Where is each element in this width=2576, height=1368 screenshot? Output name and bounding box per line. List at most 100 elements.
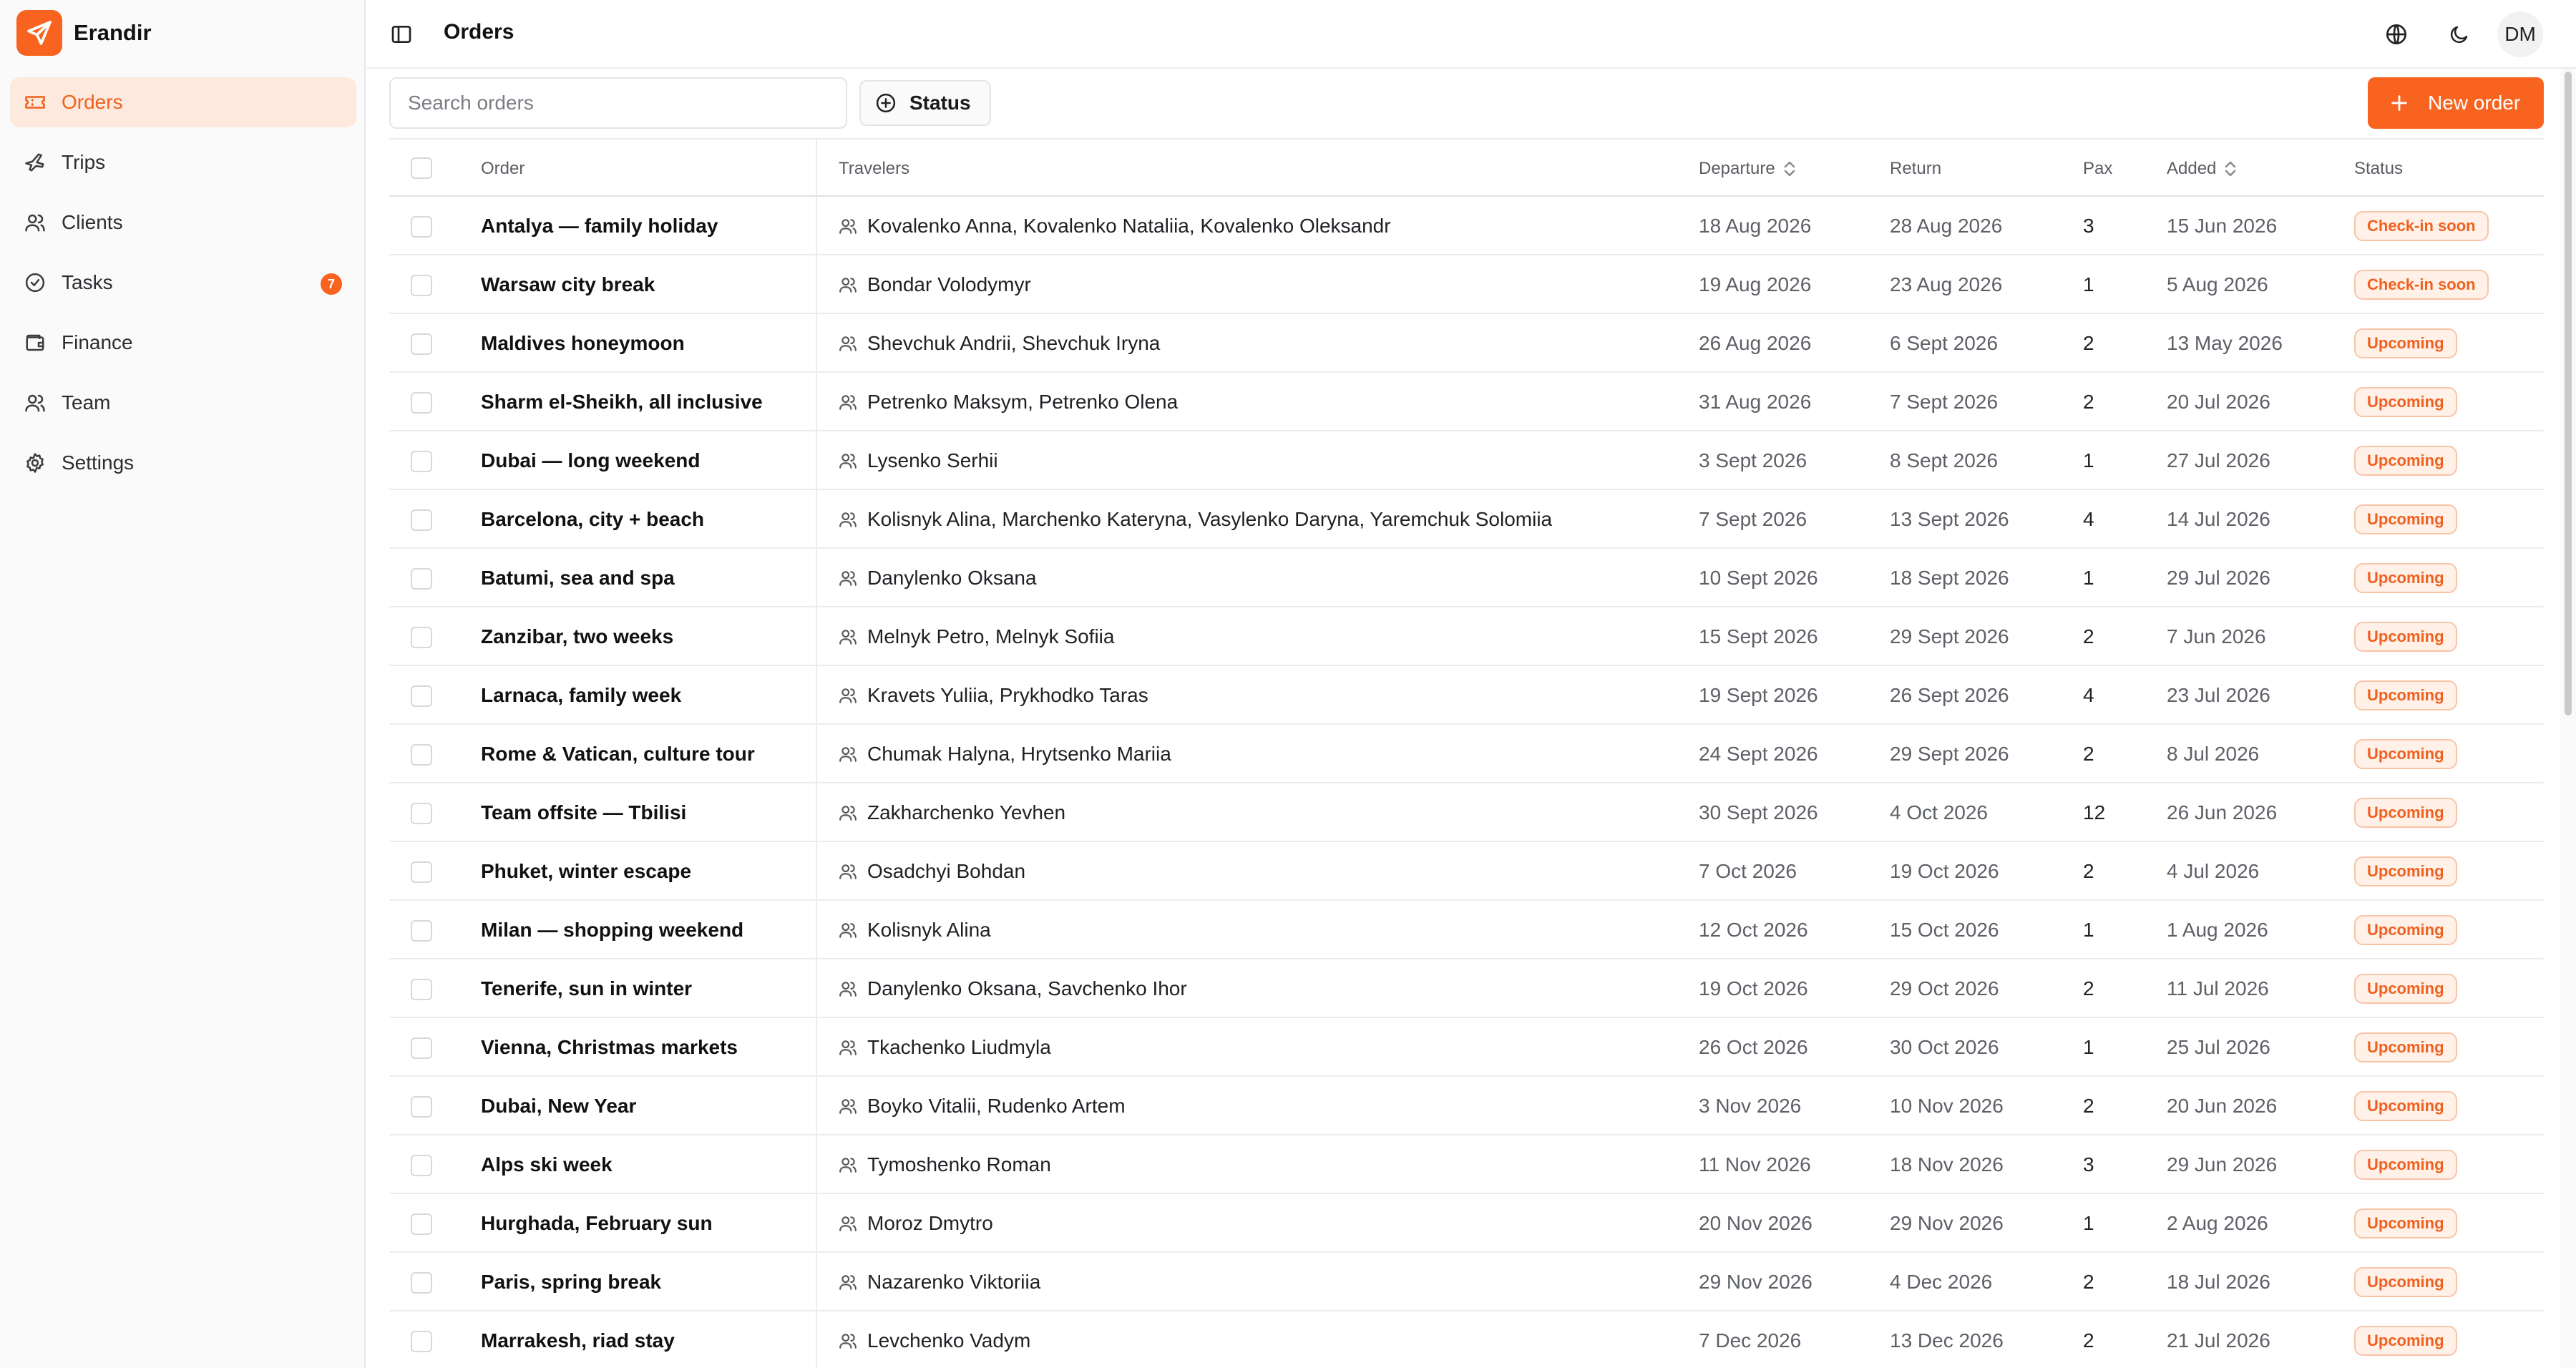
select-all-checkbox[interactable] [411,157,432,179]
table-row[interactable]: Dubai — long weekend Lysenko Serhii 3 Sept… [389,431,2544,490]
row-checkbox[interactable] [411,1272,432,1294]
sidebar-item-orders[interactable]: Orders [10,77,356,127]
return-date: 7 Sept 2026 [1890,391,1999,413]
sidebar-item-team[interactable]: Team [10,378,356,428]
new-order-button[interactable]: New order [2368,77,2544,129]
table-row[interactable]: Dubai, New Year Boyko Vitalii, Rudenko Ar… [389,1077,2544,1135]
table-row[interactable]: Tenerife, sun in winter Danylenko Oksana,… [389,959,2544,1018]
departure-date: 7 Oct 2026 [1699,860,1797,882]
travelers-names: Tkachenko Liudmyla [867,1036,1051,1058]
pax-count: 1 [2083,1212,2094,1234]
row-checkbox[interactable] [411,275,432,296]
return-date: 29 Sept 2026 [1890,625,2009,648]
table-row[interactable]: Maldives honeymoon Shevchuk Andrii, Shevc… [389,314,2544,373]
brand[interactable]: Erandir [16,10,152,56]
table-row[interactable]: Alps ski week Tymoshenko Roman 11 Nov 2026… [389,1135,2544,1194]
row-checkbox[interactable] [411,1331,432,1352]
row-checkbox[interactable] [411,509,432,531]
globe-icon[interactable] [2379,17,2414,52]
order-name[interactable]: Milan — shopping weekend [481,919,743,942]
departure-date: 19 Sept 2026 [1699,684,1818,706]
table-row[interactable]: Larnaca, family week Kravets Yuliia, Pryk… [389,666,2544,725]
table-row[interactable]: Milan — shopping weekend Kolisnyk Alina 12… [389,901,2544,959]
order-name[interactable]: Rome & Vatican, culture tour [481,743,755,766]
order-name[interactable]: Vienna, Christmas markets [481,1036,738,1059]
column-header-added[interactable]: Added [2167,159,2238,179]
row-checkbox[interactable] [411,627,432,648]
order-name[interactable]: Paris, spring break [481,1271,661,1294]
row-checkbox[interactable] [411,744,432,766]
departure-date: 3 Sept 2026 [1699,449,1807,472]
row-checkbox[interactable] [411,979,432,1000]
pax-count: 2 [2083,977,2094,1000]
sidebar-item-settings[interactable]: Settings [10,438,356,488]
status-filter-button[interactable]: Status [859,80,991,126]
travelers-cell: Shevchuk Andrii, Shevchuk Iryna [839,332,1160,355]
table-row[interactable]: Hurghada, February sun Moroz Dmytro 20 Nov… [389,1194,2544,1253]
table-row[interactable]: Phuket, winter escape Osadchyi Bohdan 7 Oc… [389,842,2544,901]
table-row[interactable]: Warsaw city break Bondar Volodymyr 19 Aug … [389,255,2544,314]
table-row[interactable]: Rome & Vatican, culture tour Chumak Halyn… [389,725,2544,783]
row-checkbox[interactable] [411,216,432,238]
table-row[interactable]: Vienna, Christmas markets Tkachenko Liudm… [389,1018,2544,1077]
row-checkbox[interactable] [411,1037,432,1059]
table-row[interactable]: Team offsite — Tbilisi Zakharchenko Yevhe… [389,783,2544,842]
avatar[interactable]: DM [2497,11,2543,57]
status-badge: Upcoming [2354,680,2457,710]
travelers-cell: Osadchyi Bohdan [839,860,1025,883]
search-input[interactable] [389,77,847,129]
sidebar-item-finance[interactable]: Finance [10,318,356,368]
order-name[interactable]: Marrakesh, riad stay [481,1329,675,1352]
order-name[interactable]: Phuket, winter escape [481,860,691,883]
table-row[interactable]: Zanzibar, two weeks Melnyk Petro, Melnyk … [389,607,2544,666]
column-header-departure[interactable]: Departure [1699,159,1797,179]
row-checkbox[interactable] [411,861,432,883]
status-badge: Upcoming [2354,1091,2457,1121]
sidebar-item-clients[interactable]: Clients [10,197,356,248]
table-row[interactable]: Marrakesh, riad stay Levchenko Vadym 7 Dec… [389,1311,2544,1368]
order-name[interactable]: Antalya — family holiday [481,215,718,238]
scrollbar-thumb[interactable] [2565,72,2572,715]
travelers-cell: Kovalenko Anna, Kovalenko Nataliia, Kova… [839,215,1391,238]
table-row[interactable]: Sharm el-Sheikh, all inclusive Petrenko M… [389,373,2544,431]
table-row[interactable]: Batumi, sea and spa Danylenko Oksana 10 Se… [389,549,2544,607]
order-name[interactable]: Dubai — long weekend [481,449,700,472]
row-checkbox[interactable] [411,392,432,414]
order-name[interactable]: Sharm el-Sheikh, all inclusive [481,391,763,414]
table-row[interactable]: Antalya — family holiday Kovalenko Anna, … [389,197,2544,255]
row-checkbox[interactable] [411,920,432,942]
order-name[interactable]: Hurghada, February sun [481,1212,713,1235]
order-name[interactable]: Team offsite — Tbilisi [481,801,686,824]
column-header-status: Status [2354,159,2404,178]
order-name[interactable]: Warsaw city break [481,273,655,296]
order-name[interactable]: Maldives honeymoon [481,332,685,355]
sidebar-item-trips[interactable]: Trips [10,137,356,187]
order-name[interactable]: Barcelona, city + beach [481,508,704,531]
added-date: 29 Jun 2026 [2167,1153,2278,1176]
row-checkbox[interactable] [411,803,432,824]
vertical-scrollbar[interactable] [2560,69,2576,1368]
order-name[interactable]: Dubai, New Year [481,1095,636,1118]
moon-icon[interactable] [2442,17,2477,52]
row-checkbox[interactable] [411,333,432,355]
order-name[interactable]: Tenerife, sun in winter [481,977,692,1000]
row-checkbox[interactable] [411,1155,432,1176]
table-row[interactable]: Paris, spring break Nazarenko Viktoriia 29… [389,1253,2544,1311]
row-checkbox[interactable] [411,568,432,590]
sidebar-toggle-icon[interactable] [387,20,416,49]
table-row[interactable]: Barcelona, city + beach Kolisnyk Alina, M… [389,490,2544,549]
row-checkbox[interactable] [411,1096,432,1118]
order-name[interactable]: Alps ski week [481,1153,613,1176]
row-checkbox[interactable] [411,451,432,472]
row-checkbox[interactable] [411,685,432,707]
added-date: 27 Jul 2026 [2167,449,2270,472]
travelers-names: Danylenko Oksana [867,567,1037,589]
order-name[interactable]: Larnaca, family week [481,684,681,707]
added-date: 2 Aug 2026 [2167,1212,2268,1234]
row-checkbox[interactable] [411,1213,432,1235]
plus-circle-icon [875,92,897,114]
order-name[interactable]: Zanzibar, two weeks [481,625,673,648]
sidebar-item-tasks[interactable]: Tasks 7 [10,258,356,308]
travelers-names: Kovalenko Anna, Kovalenko Nataliia, Kova… [867,215,1391,237]
order-name[interactable]: Batumi, sea and spa [481,567,675,590]
